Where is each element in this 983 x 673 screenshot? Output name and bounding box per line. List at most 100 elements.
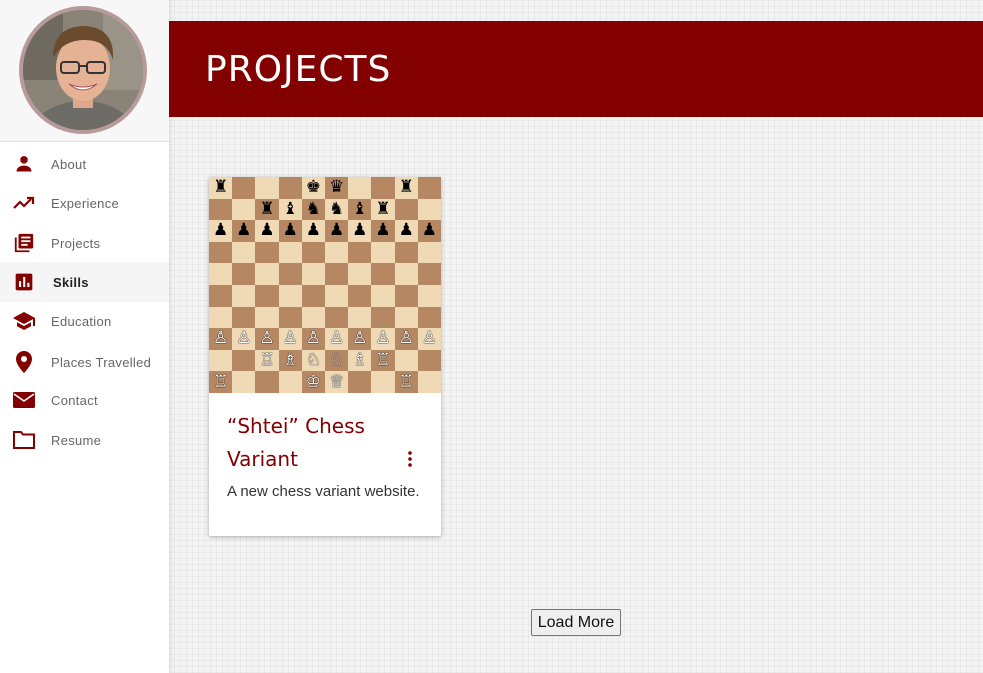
chess-piece: ♟ — [371, 220, 395, 242]
page-title: PROJECTS — [205, 49, 392, 90]
chess-piece: ♙ — [394, 328, 418, 350]
folder-icon — [12, 428, 36, 452]
board-square — [371, 371, 395, 393]
board-square — [232, 285, 256, 307]
board-square — [394, 198, 418, 221]
board-square — [301, 263, 325, 285]
page-header: PROJECTS — [169, 21, 983, 117]
chess-piece: ♝ — [278, 198, 302, 221]
board-square — [371, 177, 395, 199]
board-square — [255, 371, 279, 393]
chess-piece: ♟ — [209, 220, 233, 242]
board-square — [255, 306, 279, 329]
chess-piece: ♛ — [325, 177, 349, 199]
sidebar-item-label: Education — [51, 313, 112, 329]
board-square — [232, 263, 256, 285]
project-card[interactable]: ♜ ♚ ♛ ♜ ♜ ♝ ♞ ♞ ♝ ♜ ♟ ♟ ♟ ♟ ♟ ♟ ♟ ♟ ♟ ♟ ♙ ♙ ♙ ♙ ♙ ♙ ♙ ♙ ♙ ♙ ♖ ♗ ♘ ♘ ♗ ♖ ♖ ♔ ♕ ♖… — [209, 177, 441, 536]
board-square — [417, 263, 441, 285]
chess-piece: ♟ — [278, 220, 302, 242]
board-square — [394, 285, 418, 307]
board-square — [417, 241, 441, 264]
sidebar-item-label: About — [51, 156, 87, 172]
board-square — [255, 263, 279, 285]
board-square — [371, 306, 395, 329]
chess-piece: ♜ — [394, 177, 418, 199]
load-more-button[interactable]: Load More — [531, 609, 621, 636]
profile-header — [0, 0, 169, 142]
sidebar-item-label: Experience — [51, 195, 120, 211]
project-title[interactable]: “Shtei” Chess Variant — [227, 410, 397, 476]
board-square — [278, 177, 302, 199]
sidebar-item-label: Resume — [51, 432, 102, 448]
board-square — [348, 371, 372, 393]
sidebar-item-resume[interactable]: Resume — [0, 420, 169, 460]
board-square — [278, 371, 302, 393]
board-square — [209, 285, 233, 307]
board-square — [255, 177, 279, 199]
chess-piece: ♖ — [394, 371, 418, 393]
board-square — [394, 263, 418, 285]
board-square — [325, 241, 349, 264]
chess-piece: ♟ — [301, 220, 325, 242]
graduation-cap-icon — [12, 309, 36, 333]
board-square — [278, 306, 302, 329]
chess-board-image: ♜ ♚ ♛ ♜ ♜ ♝ ♞ ♞ ♝ ♜ ♟ ♟ ♟ ♟ ♟ ♟ ♟ ♟ ♟ ♟ ♙ ♙ ♙ ♙ ♙ ♙ ♙ ♙ ♙ ♙ ♖ ♗ ♘ ♘ ♗ ♖ ♖ ♔ ♕ ♖ — [209, 177, 441, 393]
chess-piece: ♙ — [325, 328, 349, 350]
board-square — [209, 198, 233, 221]
chess-piece: ♜ — [255, 198, 279, 221]
chess-piece: ♙ — [417, 328, 441, 350]
sidebar-item-projects[interactable]: Projects — [0, 223, 169, 263]
chess-piece: ♜ — [371, 198, 395, 221]
board-square — [417, 349, 441, 372]
chess-piece: ♖ — [209, 371, 233, 393]
sidebar-item-label: Projects — [51, 235, 101, 251]
board-square — [394, 306, 418, 329]
board-square — [325, 263, 349, 285]
library-books-icon — [12, 231, 36, 255]
mail-icon — [12, 388, 36, 412]
board-square — [255, 285, 279, 307]
board-square — [209, 241, 233, 264]
sidebar-item-skills[interactable]: Skills — [0, 262, 169, 302]
sidebar-item-label: Places Travelled — [51, 354, 152, 370]
board-square — [394, 349, 418, 372]
chess-piece: ♞ — [325, 198, 349, 221]
board-square — [232, 349, 256, 372]
location-pin-icon — [12, 350, 36, 374]
avatar — [19, 6, 147, 134]
more-vert-icon[interactable] — [405, 449, 415, 469]
board-square — [325, 306, 349, 329]
chess-piece: ♞ — [301, 198, 325, 221]
board-square — [417, 371, 441, 393]
sidebar-item-contact[interactable]: Contact — [0, 380, 169, 420]
chess-piece: ♗ — [348, 349, 372, 372]
board-square — [417, 177, 441, 199]
chess-piece: ♚ — [301, 177, 325, 199]
board-square — [301, 241, 325, 264]
board-square — [371, 263, 395, 285]
sidebar-item-about[interactable]: About — [0, 144, 169, 184]
board-square — [417, 198, 441, 221]
chess-piece: ♖ — [371, 349, 395, 372]
board-square — [278, 241, 302, 264]
board-square — [348, 306, 372, 329]
board-square — [348, 285, 372, 307]
sidebar-item-places-travelled[interactable]: Places Travelled — [0, 342, 169, 382]
chess-piece: ♕ — [325, 371, 349, 393]
chess-piece: ♖ — [255, 349, 279, 372]
chess-piece: ♔ — [301, 371, 325, 393]
sidebar-item-label: Skills — [53, 274, 89, 290]
board-square — [348, 241, 372, 264]
chess-piece: ♙ — [255, 328, 279, 350]
sidebar-item-education[interactable]: Education — [0, 301, 169, 341]
chess-piece: ♗ — [278, 349, 302, 372]
board-square — [209, 349, 233, 372]
chess-piece: ♟ — [394, 220, 418, 242]
board-square — [394, 241, 418, 264]
bar-chart-icon — [12, 270, 36, 294]
chess-piece: ♟ — [232, 220, 256, 242]
sidebar-item-experience[interactable]: Experience — [0, 183, 169, 223]
project-description: A new chess variant website. — [227, 483, 420, 500]
chess-piece: ♟ — [255, 220, 279, 242]
board-square — [417, 306, 441, 329]
